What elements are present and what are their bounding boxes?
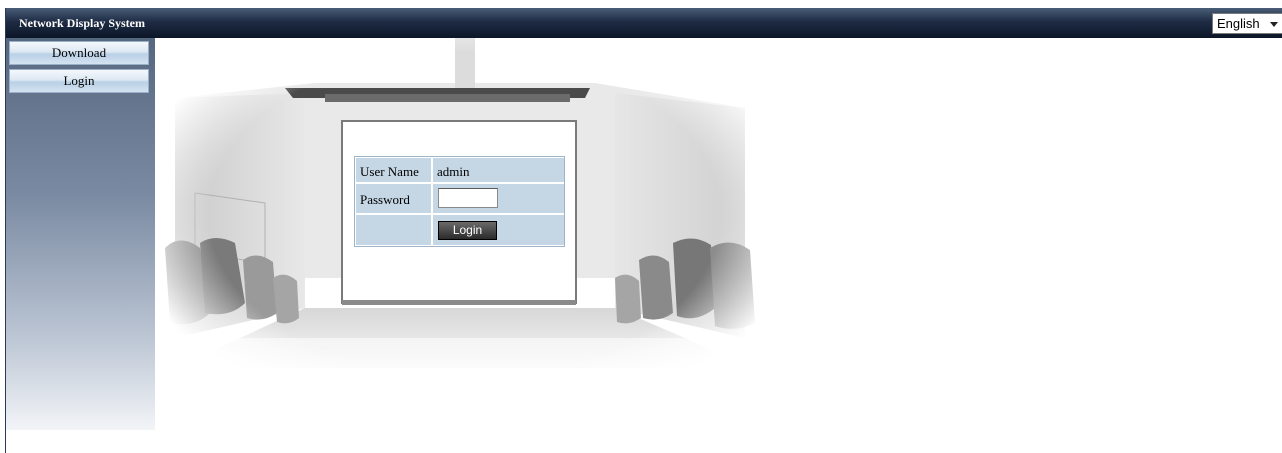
username-value: admin bbox=[437, 164, 470, 179]
username-label-cell: User Name bbox=[356, 158, 431, 182]
sidebar-item-download[interactable]: Download bbox=[9, 41, 149, 65]
app-title: Network Display System bbox=[19, 16, 145, 30]
username-label: User Name bbox=[360, 164, 419, 179]
password-label: Password bbox=[360, 192, 410, 207]
login-button[interactable]: Login bbox=[438, 221, 497, 240]
language-selected-value: English bbox=[1217, 16, 1260, 31]
chevron-down-icon bbox=[1270, 22, 1278, 27]
header-bar: Network Display System English bbox=[6, 8, 1282, 38]
empty-cell bbox=[356, 215, 431, 245]
sidebar-item-login[interactable]: Login bbox=[9, 69, 149, 93]
password-label-cell: Password bbox=[356, 184, 431, 213]
login-form: User Name admin Password Login bbox=[354, 156, 565, 247]
sidebar: Download Login bbox=[6, 38, 155, 430]
username-value-cell: admin bbox=[433, 158, 564, 182]
password-value-cell bbox=[433, 184, 564, 213]
language-select[interactable]: English bbox=[1212, 13, 1282, 34]
submit-cell: Login bbox=[433, 215, 564, 245]
password-field[interactable] bbox=[438, 188, 498, 208]
